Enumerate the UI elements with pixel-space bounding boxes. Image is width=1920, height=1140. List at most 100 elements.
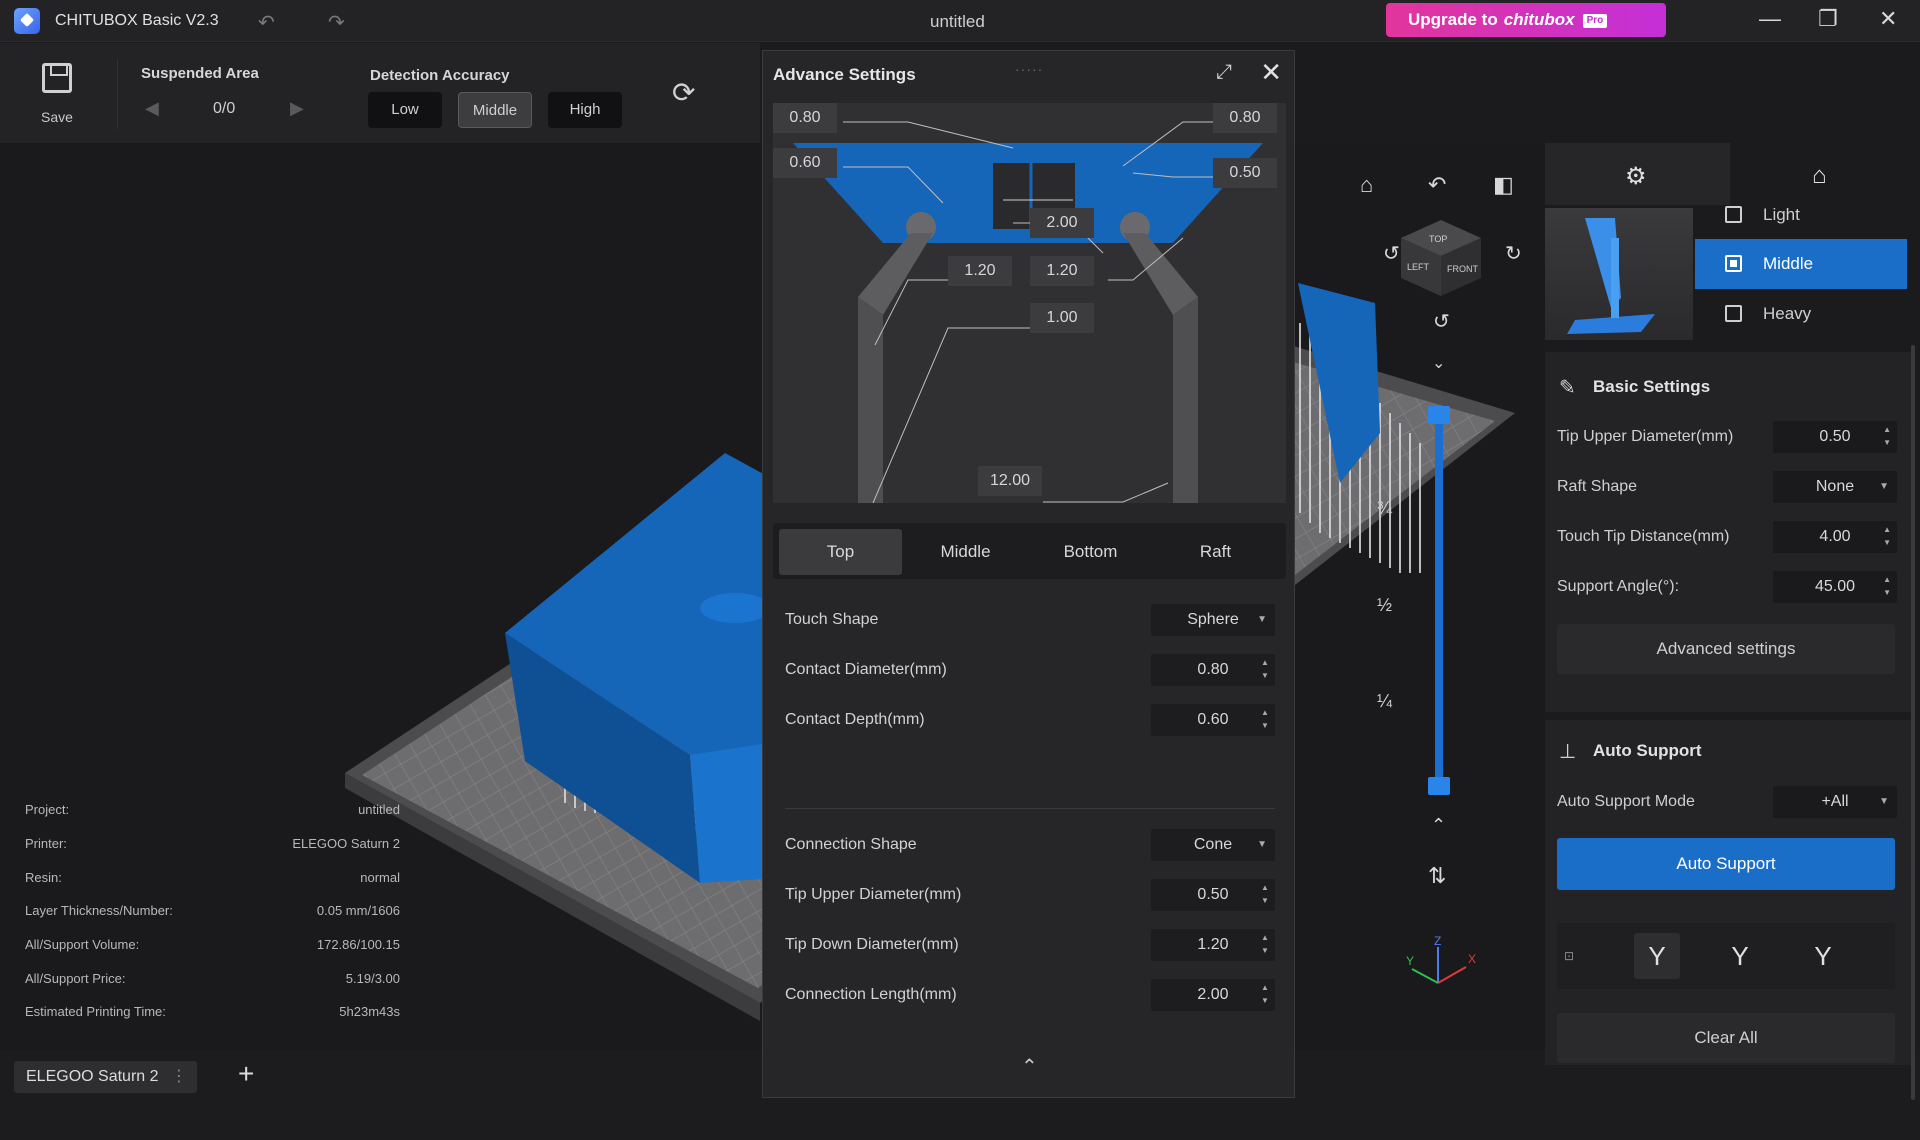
support-part-tabs: Top Middle Bottom Raft xyxy=(773,523,1286,579)
rotate-view-icon[interactable]: ↶ xyxy=(1428,172,1446,198)
diagram-label-tip-down-right: 1.20 xyxy=(1030,256,1094,286)
auto-support-title: Auto Support xyxy=(1593,741,1702,760)
restore-icon[interactable]: ❐ xyxy=(1818,6,1838,32)
save-label[interactable]: Save xyxy=(41,109,73,125)
expand-icon[interactable]: ⤢ xyxy=(1216,61,1232,84)
tab-middle[interactable]: Middle xyxy=(904,529,1027,575)
tab-bottom[interactable]: Bottom xyxy=(1029,529,1152,575)
save-icon[interactable] xyxy=(42,63,72,93)
minimize-icon[interactable]: — xyxy=(1759,6,1781,32)
support-preview-thumbnail xyxy=(1545,208,1693,340)
connection-length-input[interactable]: 2.00 ▲ ▼ xyxy=(1151,979,1275,1011)
density-heavy-option[interactable]: Heavy xyxy=(1695,289,1907,339)
diagram-label-contact-depth: 0.60 xyxy=(773,148,837,178)
tab-raft[interactable]: Raft xyxy=(1154,529,1277,575)
density-light-option[interactable]: Light xyxy=(1695,190,1907,240)
spin-arrows-icon: ▲ ▼ xyxy=(1261,658,1269,680)
toolbar-divider xyxy=(117,59,118,129)
spin-arrows-icon: ▲ ▼ xyxy=(1261,883,1269,905)
layer-slider-top-handle[interactable] xyxy=(1428,406,1450,424)
printer-tab[interactable]: ELEGOO Saturn 2 ⋮ xyxy=(14,1061,197,1093)
accuracy-low-button[interactable]: Low xyxy=(368,92,442,128)
touch-shape-select[interactable]: Sphere ▼ xyxy=(1151,604,1275,636)
delete-support-icon[interactable]: Y xyxy=(1800,933,1846,979)
auto-support-mode-select[interactable]: +All ▼ xyxy=(1773,786,1897,818)
cube-view-icon[interactable]: ◧ xyxy=(1493,172,1514,198)
row-connection-shape: Connection Shape Cone ▼ xyxy=(785,827,1275,863)
row-contact-depth: Contact Depth(mm) 0.60 ▲ ▼ xyxy=(785,702,1275,738)
support-diagram: 0.80 0.60 0.80 0.50 2.00 1.20 1.20 1.00 … xyxy=(773,103,1286,503)
diagram-label-body: 1.00 xyxy=(1030,303,1094,333)
layer-slider-track[interactable] xyxy=(1435,410,1443,790)
close-window-icon[interactable]: ✕ xyxy=(1879,6,1897,32)
support-preview-graphic xyxy=(1567,218,1655,334)
home-view-icon[interactable]: ⌂ xyxy=(1360,172,1373,198)
detection-accuracy-title: Detection Accuracy xyxy=(370,67,510,84)
close-panel-icon[interactable]: ✕ xyxy=(1260,57,1282,88)
tools-toggle-icon[interactable]: ⊡ xyxy=(1557,933,1581,979)
basic-row-touch-tip: Touch Tip Distance(mm) 4.00 ▲ ▼ xyxy=(1557,519,1897,555)
prev-arrow-icon[interactable]: ◀ xyxy=(145,98,159,119)
drag-handle[interactable]: ····· xyxy=(1015,61,1043,77)
basic-row-raft-shape: Raft Shape None ▼ xyxy=(1557,469,1897,505)
add-support-icon[interactable]: Y xyxy=(1634,933,1680,979)
toolbar: Save Suspended Area ◀ 0/0 ▶ Detection Ac… xyxy=(0,43,760,143)
auto-support-button[interactable]: Auto Support xyxy=(1557,838,1895,890)
clear-all-button[interactable]: Clear All xyxy=(1557,1013,1895,1063)
upgrade-button[interactable]: Upgrade to chitubox Pro xyxy=(1386,3,1666,37)
density-light-checkbox[interactable] xyxy=(1725,206,1742,223)
tip-upper-diameter-input[interactable]: 0.50 ▲ ▼ xyxy=(1773,421,1897,453)
svg-text:↺: ↺ xyxy=(1383,241,1400,265)
redo-icon[interactable]: ↷ xyxy=(328,10,345,35)
add-tab-icon[interactable]: + xyxy=(238,1058,254,1090)
basic-row-support-angle: Support Angle(°): 45.00 ▲ ▼ xyxy=(1557,569,1897,605)
undo-icon[interactable]: ↶ xyxy=(258,10,275,35)
row-tip-upper-diameter: Tip Upper Diameter(mm) 0.50 ▲ ▼ xyxy=(785,877,1275,913)
diagram-label-tip-upper: 0.50 xyxy=(1213,158,1277,188)
navigation-cube[interactable]: TOP LEFT FRONT ↺ ↻ ↺ xyxy=(1383,200,1533,360)
document-title: untitled xyxy=(930,12,985,31)
touch-tip-distance-input[interactable]: 4.00 ▲ ▼ xyxy=(1773,521,1897,553)
connection-shape-select[interactable]: Cone ▼ xyxy=(1151,829,1275,861)
accuracy-high-button[interactable]: High xyxy=(548,92,622,128)
row-touch-shape: Touch Shape Sphere ▼ xyxy=(785,602,1275,638)
support-angle-input[interactable]: 45.00 ▲ ▼ xyxy=(1773,571,1897,603)
settings-doc-icon[interactable]: ⚙ xyxy=(1625,162,1647,191)
upgrade-brand: chitubox xyxy=(1503,10,1575,29)
contact-diameter-input[interactable]: 0.80 ▲ ▼ xyxy=(1151,654,1275,686)
layer-slider-bottom-handle[interactable] xyxy=(1428,777,1450,795)
spin-arrows-icon: ▲ ▼ xyxy=(1261,933,1269,955)
support-house-icon[interactable]: ⌂ xyxy=(1812,162,1827,190)
basic-row-tip-upper: Tip Upper Diameter(mm) 0.50 ▲ ▼ xyxy=(1557,419,1897,455)
density-middle-checkbox[interactable] xyxy=(1725,255,1742,272)
collapse-chevron-icon[interactable]: ⌃ xyxy=(1021,1054,1038,1079)
pro-badge: Pro xyxy=(1582,13,1608,28)
slider-collapse-icon[interactable]: ⌄ xyxy=(1432,353,1445,373)
adv-tip-upper-diameter-input[interactable]: 0.50 ▲ ▼ xyxy=(1151,879,1275,911)
accuracy-middle-button[interactable]: Middle xyxy=(458,92,532,128)
right-panel-scrollbar[interactable] xyxy=(1911,345,1915,1100)
next-arrow-icon[interactable]: ▶ xyxy=(290,98,304,119)
tip-down-diameter-input[interactable]: 1.20 ▲ ▼ xyxy=(1151,929,1275,961)
diagram-label-contact-diameter: 0.80 xyxy=(773,103,837,133)
nav-cube-left: LEFT xyxy=(1407,262,1430,272)
support-pin-icon: ⊥ xyxy=(1559,741,1577,763)
contact-depth-input[interactable]: 0.60 ▲ ▼ xyxy=(1151,704,1275,736)
dropdown-arrow-icon: ▼ xyxy=(1257,839,1267,850)
tab-menu-icon[interactable]: ⋮ xyxy=(171,1061,187,1093)
refresh-icon[interactable]: ⟳ xyxy=(672,76,695,109)
advanced-settings-button[interactable]: Advanced settings xyxy=(1557,624,1895,674)
basic-settings-title: Basic Settings xyxy=(1593,377,1711,396)
edit-support-icon[interactable]: Y xyxy=(1717,933,1763,979)
raft-shape-select[interactable]: None ▼ xyxy=(1773,471,1897,503)
swap-layers-icon[interactable]: ⇅ xyxy=(1428,863,1446,889)
tab-top[interactable]: Top xyxy=(779,529,902,575)
diagram-label-right-top: 0.80 xyxy=(1213,103,1277,133)
auto-support-mode-row: Auto Support Mode +All ▼ xyxy=(1557,784,1897,820)
app-logo-icon xyxy=(14,8,40,34)
slider-expand-icon[interactable]: ⌃ xyxy=(1431,815,1446,836)
row-connection-length: Connection Length(mm) 2.00 ▲ ▼ xyxy=(785,977,1275,1013)
density-middle-option[interactable]: Middle xyxy=(1695,239,1907,289)
diagram-label-raft: 12.00 xyxy=(978,466,1042,496)
density-heavy-checkbox[interactable] xyxy=(1725,305,1742,322)
